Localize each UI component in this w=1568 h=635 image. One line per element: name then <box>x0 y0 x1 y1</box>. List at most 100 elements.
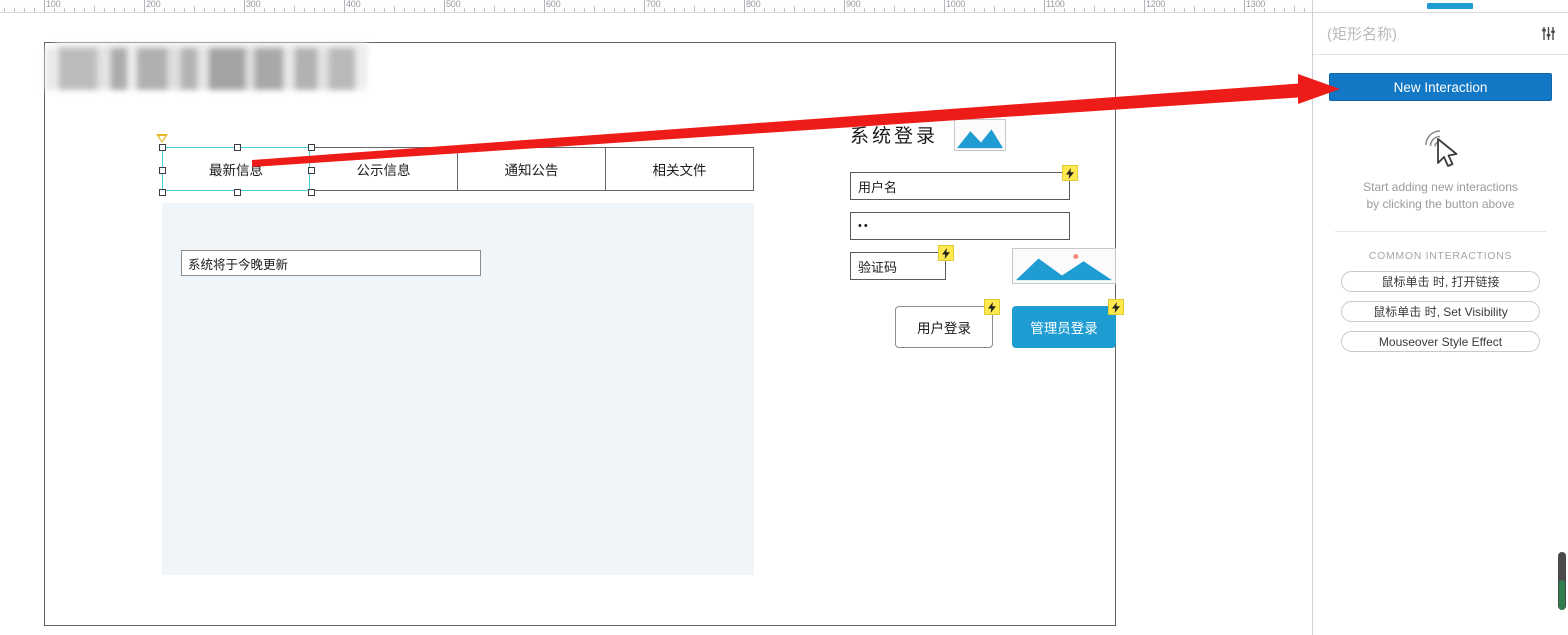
ruler-tick-minor <box>264 8 265 12</box>
rotation-handle-inner-icon <box>159 136 165 141</box>
ruler-tick-minor <box>1104 8 1105 12</box>
lightning-interaction-icon[interactable] <box>1062 165 1078 181</box>
ruler-tick-minor <box>404 8 405 12</box>
ruler-tick-minor <box>874 8 875 12</box>
ruler-tick-major <box>144 0 145 12</box>
sliders-icon[interactable] <box>1541 26 1556 41</box>
panel-divider <box>1335 231 1546 232</box>
tab-related-files[interactable]: 相关文件 <box>606 147 754 191</box>
ruler-tick-minor <box>764 8 765 12</box>
ruler-tick-minor <box>14 8 15 12</box>
panel-tab-interactions-indicator[interactable] <box>1427 3 1473 9</box>
ruler-tick-minor <box>984 8 985 12</box>
ruler-label: 1300 <box>1246 0 1266 9</box>
title-image-placeholder[interactable] <box>954 119 1006 151</box>
tab-announcements[interactable]: 通知公告 <box>458 147 606 191</box>
ruler-tick-minor <box>1174 8 1175 12</box>
common-interaction-label: 鼠标单击 时, 打开链接 <box>1381 275 1500 289</box>
mountain-image-icon <box>955 120 1005 150</box>
ruler-tick-minor <box>434 8 435 12</box>
ruler-tick-minor <box>184 8 185 12</box>
common-interaction-set-visibility[interactable]: 鼠标单击 时, Set Visibility <box>1341 301 1540 322</box>
ruler-tick-minor <box>284 8 285 12</box>
lightning-interaction-icon[interactable] <box>938 245 954 261</box>
common-interaction-mouseover-style[interactable]: Mouseover Style Effect <box>1341 331 1540 352</box>
ruler-tick-minor <box>424 8 425 12</box>
user-login-button[interactable]: 用户登录 <box>895 306 993 348</box>
tab-label: 最新信息 <box>209 163 263 178</box>
ruler-tick-minor <box>484 8 485 12</box>
ruler-tick-minor <box>734 8 735 12</box>
ruler-tick-minor <box>1134 8 1135 12</box>
ruler-tick-minor <box>584 8 585 12</box>
ruler-tick-major <box>944 0 945 12</box>
ruler-tick-minor <box>334 8 335 12</box>
ruler-tick-minor <box>314 8 315 12</box>
rotation-handle-icon[interactable] <box>156 134 168 143</box>
tab-label: 公示信息 <box>356 163 411 178</box>
username-field[interactable]: 用户名 <box>850 172 1070 200</box>
ruler-tick-minor <box>1224 8 1225 12</box>
tab-public-info[interactable]: 公示信息 <box>310 147 458 191</box>
ruler-tick-major <box>1244 0 1245 12</box>
ruler-label: 800 <box>746 0 761 9</box>
ruler-tick-minor <box>194 6 195 12</box>
tab-label: 通知公告 <box>504 163 559 178</box>
ruler-tick-minor <box>324 8 325 12</box>
ruler-tick-minor <box>524 8 525 12</box>
ruler-tick-minor <box>864 8 865 12</box>
ruler-tick-minor <box>1234 8 1235 12</box>
content-panel[interactable]: 系统将于今晚更新 <box>162 203 754 575</box>
ruler-tick-minor <box>1114 8 1115 12</box>
empty-state-line2: by clicking the button above <box>1366 197 1515 211</box>
captcha-image-placeholder[interactable] <box>1012 248 1116 284</box>
empty-state: Start adding new interactions by clickin… <box>1313 123 1568 213</box>
ruler-tick-major <box>344 0 345 12</box>
ruler-tick-minor <box>474 8 475 12</box>
ruler-label: 1100 <box>1046 0 1065 9</box>
tab-label: 相关文件 <box>652 163 707 178</box>
admin-login-button[interactable]: 管理员登录 <box>1012 306 1116 348</box>
ruler-tick-minor <box>94 6 95 12</box>
ruler-tick-minor <box>414 8 415 12</box>
ruler-tick-minor <box>504 8 505 12</box>
ruler-tick-minor <box>1124 8 1125 12</box>
widget-name-input[interactable]: (矩形名称) <box>1327 23 1541 44</box>
ruler-tick-minor <box>604 8 605 12</box>
ruler-tick-minor <box>124 8 125 12</box>
password-field[interactable]: •• <box>850 212 1070 240</box>
ruler-tick-minor <box>1024 8 1025 12</box>
tab-latest-info[interactable]: 最新信息 <box>162 147 310 191</box>
common-interaction-open-link[interactable]: 鼠标单击 时, 打开链接 <box>1341 271 1540 292</box>
notice-text: 系统将于今晚更新 <box>188 257 289 272</box>
ruler-tick-major <box>444 0 445 12</box>
click-cursor-icon <box>1313 123 1568 169</box>
ruler-tick-minor <box>234 8 235 12</box>
panel-tab-strip[interactable] <box>1313 0 1568 13</box>
notice-text-box[interactable]: 系统将于今晚更新 <box>181 250 481 276</box>
widget-name-row[interactable]: (矩形名称) <box>1313 13 1568 55</box>
tab-bar[interactable]: 最新信息 公示信息 通知公告 相关文件 <box>162 147 754 191</box>
username-value: 用户名 <box>858 179 898 195</box>
captcha-field[interactable]: 验证码 <box>850 252 946 280</box>
ruler-tick-minor <box>684 8 685 12</box>
ruler-tick-major <box>544 0 545 12</box>
ruler-tick-minor <box>1034 8 1035 12</box>
ruler-tick-minor <box>594 6 595 12</box>
ruler-tick-minor <box>1074 8 1075 12</box>
design-canvas[interactable]: 最新信息 公示信息 通知公告 相关文件 系统将于今晚更新 系统登录 用户名 ••… <box>0 13 1312 635</box>
new-interaction-label: New Interaction <box>1393 79 1488 95</box>
panel-scrollbar-thumb-inner[interactable] <box>1559 580 1565 610</box>
ruler-tick-minor <box>74 8 75 12</box>
ruler-tick-minor <box>724 8 725 12</box>
horizontal-ruler[interactable]: 100 200 300 400 500 600 700 800 900 1000 1100 1200 1… <box>0 0 1312 13</box>
lightning-interaction-icon[interactable] <box>1108 299 1124 315</box>
new-interaction-button[interactable]: New Interaction <box>1329 73 1552 101</box>
ruler-tick-major <box>244 0 245 12</box>
ruler-tick-minor <box>64 8 65 12</box>
lightning-bolt-icon <box>987 301 996 313</box>
ruler-tick-minor <box>214 8 215 12</box>
ruler-tick-major <box>644 0 645 12</box>
ruler-tick-minor <box>934 8 935 12</box>
lightning-interaction-icon[interactable] <box>984 299 1000 315</box>
